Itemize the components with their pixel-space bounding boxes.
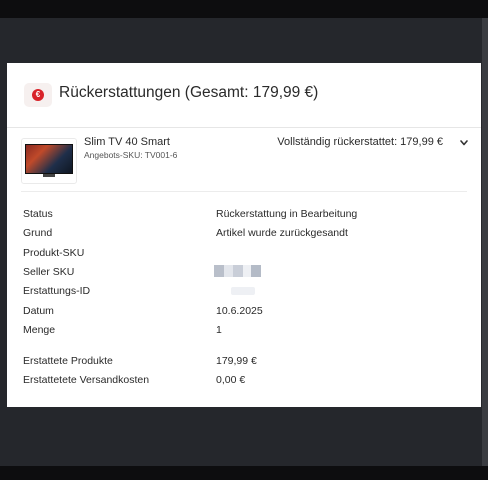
top-bar — [0, 0, 488, 18]
date-label: Datum — [23, 305, 54, 317]
status-value: Rückerstattung in Bearbeitung — [216, 208, 358, 220]
refunded-products-label: Erstattete Produkte — [23, 355, 113, 367]
tv-screen — [25, 144, 73, 174]
refund-id-value-redacted — [231, 287, 255, 295]
bottom-bar — [0, 466, 488, 480]
product-image — [21, 138, 77, 184]
refunded-products-value: 179,99 € — [216, 355, 257, 367]
reason-value: Artikel wurde zurückgesandt — [216, 227, 348, 239]
product-name: Slim TV 40 Smart — [84, 136, 170, 148]
refund-badge: € — [24, 83, 52, 107]
quantity-value: 1 — [216, 324, 222, 336]
quantity-label: Menge — [23, 324, 56, 336]
refunded-shipping-label: Erstattetete Versandkosten — [23, 374, 150, 386]
tv-stand — [43, 174, 55, 177]
page-title: Rückerstattungen (Gesamt: 179,99 €) — [59, 84, 319, 101]
product-sku-label: Produkt-SKU — [23, 247, 85, 259]
chevron-down-icon[interactable] — [459, 138, 469, 148]
seller-sku-label: Seller SKU — [23, 266, 75, 278]
product-sku: Angebots-SKU: TV001-6 — [84, 150, 178, 160]
date-value: 10.6.2025 — [216, 305, 263, 317]
seller-sku-value-redacted — [214, 265, 261, 277]
refund-id-label: Erstattungs-ID — [23, 285, 91, 297]
divider — [21, 191, 467, 192]
status-label: Status — [23, 208, 53, 220]
refund-icon: € — [32, 89, 44, 101]
scrollbar-track[interactable] — [482, 18, 488, 466]
refund-card: € Rückerstattungen (Gesamt: 179,99 €) Sl… — [7, 63, 481, 407]
refund-status: Vollständig rückerstattet: 179,99 € — [277, 136, 443, 148]
reason-label: Grund — [23, 227, 53, 239]
refunded-shipping-value: 0,00 € — [216, 374, 246, 386]
card-header: € Rückerstattungen (Gesamt: 179,99 €) — [7, 63, 481, 128]
